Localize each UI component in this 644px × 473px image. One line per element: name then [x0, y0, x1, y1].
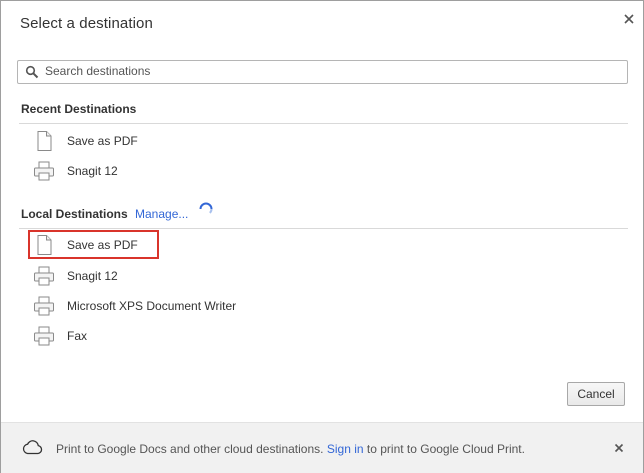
local-destination-snagit-12[interactable]: Snagit 12	[33, 263, 283, 289]
destination-label: Snagit 12	[67, 269, 118, 283]
recent-destinations-heading: Recent Destinations	[21, 102, 137, 116]
close-icon[interactable]	[622, 12, 636, 26]
sign-in-link[interactable]: Sign in	[327, 442, 364, 456]
loading-spinner-icon	[199, 202, 213, 214]
destination-label: Snagit 12	[67, 164, 118, 178]
cloud-print-message: Print to Google Docs and other cloud des…	[56, 442, 525, 456]
cloud-icon	[22, 440, 43, 455]
recent-divider	[19, 123, 628, 124]
printer-icon	[34, 266, 54, 286]
cloud-print-text-after: to print to Google Cloud Print.	[366, 442, 525, 456]
search-icon	[25, 65, 39, 79]
search-box	[17, 60, 628, 84]
pdf-file-icon	[37, 131, 52, 151]
destination-label: Save as PDF	[67, 238, 138, 252]
dialog-title: Select a destination	[20, 15, 153, 32]
printer-icon	[34, 296, 54, 316]
pdf-file-icon	[37, 235, 52, 255]
local-destination-microsoft-xps-document-writer[interactable]: Microsoft XPS Document Writer	[33, 293, 283, 319]
close-icon[interactable]	[613, 442, 625, 454]
destination-label: Microsoft XPS Document Writer	[67, 299, 237, 313]
manage-link[interactable]: Manage...	[135, 207, 188, 221]
cloud-print-footer: Print to Google Docs and other cloud des…	[1, 422, 643, 473]
local-destination-save-as-pdf[interactable]: Save as PDF	[33, 232, 283, 258]
local-destination-fax[interactable]: Fax	[33, 323, 283, 349]
printer-icon	[34, 326, 54, 346]
printer-icon	[34, 161, 54, 181]
cloud-print-text: Print to Google Docs and other cloud des…	[56, 442, 324, 456]
local-destinations-heading: Local Destinations	[21, 207, 128, 221]
destination-label: Fax	[67, 329, 88, 343]
cancel-button[interactable]: Cancel	[567, 382, 625, 406]
recent-destination-save-as-pdf[interactable]: Save as PDF	[33, 128, 283, 154]
recent-destination-snagit-12[interactable]: Snagit 12	[33, 158, 283, 184]
local-divider	[19, 228, 628, 229]
select-destination-dialog: Select a destination Recent Destinations…	[0, 0, 644, 473]
search-input[interactable]	[45, 62, 620, 80]
destination-label: Save as PDF	[67, 134, 138, 148]
